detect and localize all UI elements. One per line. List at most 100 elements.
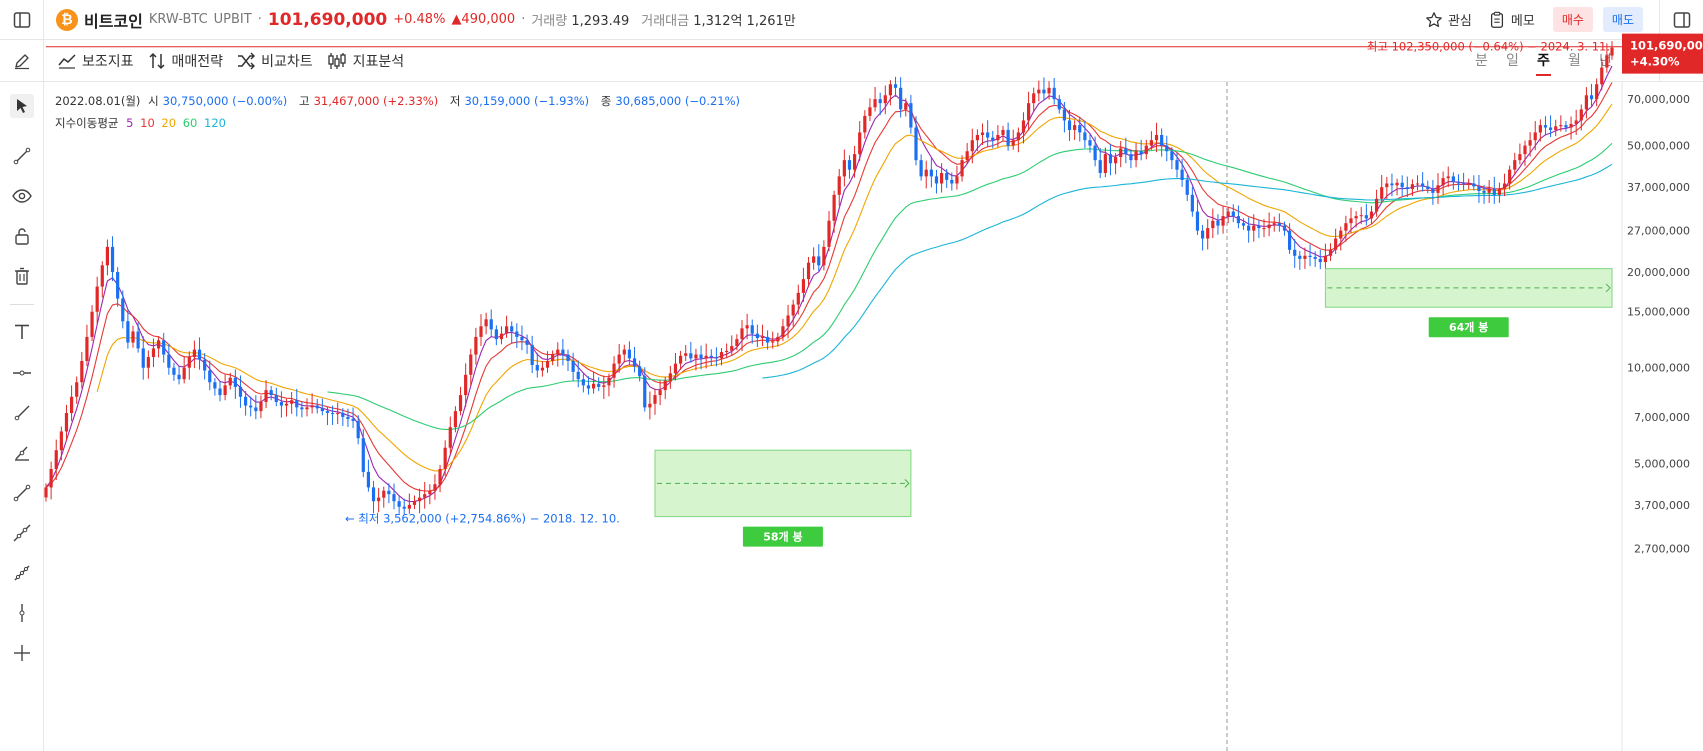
angle-tool[interactable] [10, 441, 34, 465]
candle-body [1149, 140, 1154, 146]
candle-body [904, 103, 908, 110]
candle-body [883, 95, 887, 104]
period-day[interactable]: 일 [1497, 40, 1528, 82]
candle-body [110, 246, 115, 273]
low-annotation: ← 최저 3,562,000 (+2,754.86%) − 2018. 12. … [345, 512, 620, 526]
candle-body [484, 319, 488, 327]
low-label: 저 [449, 94, 461, 108]
sidebar-icon [13, 11, 30, 28]
candle-body [842, 160, 846, 177]
candle-body [822, 246, 826, 266]
ema-line-5 [45, 65, 1613, 503]
candle-body [1508, 169, 1512, 184]
candle-body [208, 370, 212, 383]
candle-body [648, 403, 652, 408]
watch-label: 관심 [1447, 14, 1472, 29]
coin-name[interactable]: 비트코인 [84, 8, 143, 32]
segment-icon [13, 484, 31, 502]
candle-body [725, 350, 729, 353]
candle-body [167, 354, 171, 368]
star-icon [1426, 11, 1442, 27]
open-label: 시 [148, 94, 159, 108]
range-label-bg [742, 526, 823, 547]
candle-body [863, 115, 867, 133]
memo-button[interactable]: 메모 [1488, 10, 1535, 29]
candle-body [126, 321, 130, 343]
candle-body [612, 363, 616, 378]
candle-body [765, 336, 770, 343]
candle-body [499, 333, 504, 340]
memo-label: 메모 [1510, 14, 1535, 29]
candle-body [1298, 255, 1302, 259]
analysis-tool[interactable]: 지표분석 [327, 51, 404, 71]
candle-body [1410, 184, 1415, 190]
text-tool[interactable] [10, 320, 34, 344]
delete-tool[interactable] [10, 264, 34, 288]
ema-legend[interactable]: 지수이동평균 5 10 20 60 120 [55, 115, 230, 131]
amount-stat: 거래대금 1,312억 1,261만 [641, 10, 795, 29]
candle-body [1441, 178, 1445, 186]
candle-body [1108, 154, 1113, 164]
candle-body [668, 373, 672, 381]
candle-body [520, 336, 524, 341]
candle-body [228, 377, 232, 386]
sell-button[interactable]: 매도 [1602, 7, 1643, 32]
camera-icon [1630, 52, 1650, 69]
ray-tool[interactable] [10, 401, 34, 425]
vertical-line-tool[interactable] [10, 601, 34, 625]
candle-body [121, 298, 125, 322]
candle-body [474, 336, 478, 355]
extended-line-tool[interactable] [10, 521, 34, 545]
cursor-tool[interactable] [10, 94, 34, 118]
candle-body [1344, 223, 1348, 231]
panel-toggle-button[interactable] [1659, 0, 1703, 40]
candle-body [1170, 151, 1174, 161]
period-month[interactable]: 월 [1559, 40, 1590, 82]
candle-body [1543, 125, 1548, 128]
candle-body [919, 160, 923, 177]
settings-button[interactable] [1659, 39, 1703, 82]
candle-body [1313, 257, 1317, 259]
horizontal-line-tool[interactable] [10, 361, 34, 385]
watch-button[interactable]: 관심 [1425, 10, 1472, 29]
trendline-tool[interactable] [10, 144, 34, 168]
candle-body [1021, 120, 1026, 133]
screenshot-button[interactable] [1621, 52, 1659, 70]
separator: · [257, 12, 262, 27]
lock-tool[interactable] [10, 224, 34, 248]
candle-body [832, 194, 836, 221]
sidebar-toggle-button[interactable] [0, 0, 44, 40]
candle-body [730, 346, 734, 351]
compare-tool[interactable]: 비교차트 [237, 51, 313, 71]
channel-tool[interactable] [10, 561, 34, 585]
period-year[interactable]: 년 [1590, 40, 1621, 82]
candle-body [1165, 145, 1169, 152]
candle-body [602, 385, 606, 387]
strategy-tool[interactable]: 매매전략 [148, 51, 223, 71]
candle-body [1328, 249, 1333, 256]
candle-body [556, 349, 560, 355]
crosshair-tool[interactable] [10, 641, 34, 665]
candle-body [156, 340, 161, 349]
candle-body [182, 367, 186, 380]
segment-tool[interactable] [10, 481, 34, 505]
candle-body [893, 84, 898, 88]
candle-body [1282, 225, 1287, 231]
candle-body [218, 388, 222, 396]
candle-body [197, 349, 202, 360]
y-tick-label: 3,700,000 [1634, 499, 1690, 512]
visibility-tool[interactable] [10, 184, 34, 208]
candle-body [653, 395, 657, 404]
buy-button[interactable]: 매수 [1552, 7, 1593, 32]
period-minute[interactable]: 분 [1466, 40, 1497, 82]
candle-body [643, 376, 647, 408]
candle-body [1461, 183, 1466, 185]
candle-body [1032, 93, 1036, 104]
price-chart[interactable]: 58개 봉64개 봉 최고 102,350,000 (−0.64%) − 202… [0, 0, 1703, 751]
candle-body [1415, 183, 1420, 185]
candle-body [1026, 103, 1031, 121]
draw-toggle-button[interactable] [0, 39, 44, 82]
indicator-tool[interactable]: 보조지표 [58, 51, 134, 71]
period-week[interactable]: 주 [1528, 40, 1559, 82]
candle-body [1513, 160, 1517, 170]
